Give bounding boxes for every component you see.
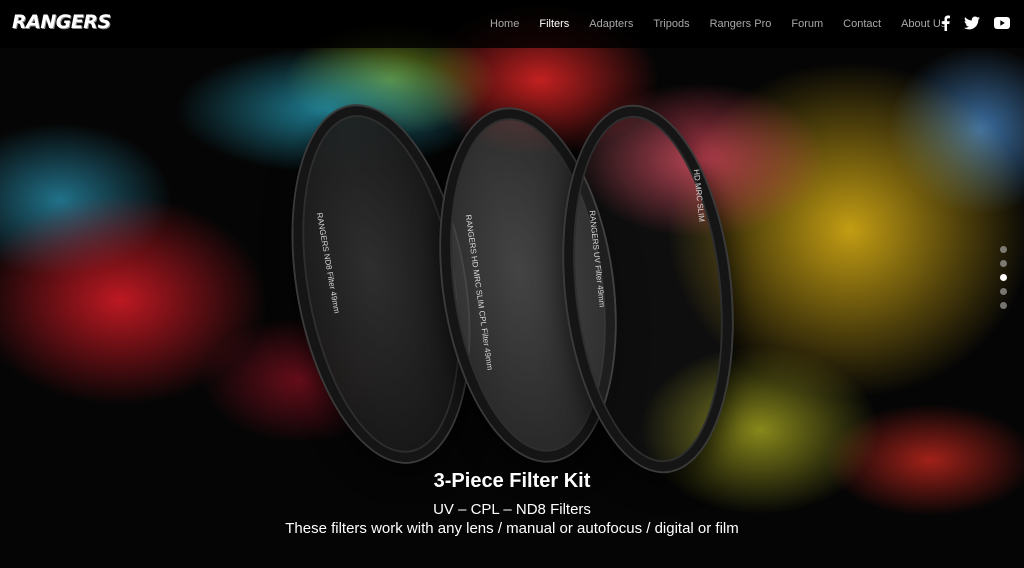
nav-forum[interactable]: Forum (791, 18, 823, 30)
uv-line-text: HD MRC SLIM (691, 168, 707, 223)
nav-adapters[interactable]: Adapters (589, 18, 633, 30)
uv-type-text: UV (591, 251, 602, 264)
hero-title: 3-Piece Filter Kit (433, 470, 591, 492)
cpl-brand-text: RANGERS (463, 214, 479, 255)
slider-dot-2[interactable] (1000, 260, 1007, 267)
social-links (941, 15, 1010, 31)
hero-subtitle: UV – CPL – ND8 Filters (433, 501, 591, 518)
nd8-size-text: 49mm (328, 290, 342, 315)
main-nav: Home Filters Adapters Tripods Rangers Pr… (480, 0, 956, 48)
cpl-size-text: 49mm (482, 347, 495, 371)
slider-dot-3[interactable] (1000, 274, 1007, 281)
hero-caption: 3-Piece Filter Kit UV – CPL – ND8 Filter… (0, 466, 1024, 538)
slider-dot-5[interactable] (1000, 302, 1007, 309)
nav-contact[interactable]: Contact (843, 18, 881, 30)
slider-pagination (1000, 246, 1010, 316)
nd8-type-text: ND8 (321, 253, 334, 271)
nav-home[interactable]: Home (490, 18, 519, 30)
nav-filters[interactable]: Filters (539, 18, 569, 30)
nd8-word-text: Filter (325, 271, 338, 291)
cpl-word-text: Filter (479, 327, 492, 347)
slider-dot-1[interactable] (1000, 246, 1007, 253)
hero-description: These filters work with any lens / manua… (285, 520, 739, 537)
nav-tripods[interactable]: Tripods (653, 18, 689, 30)
nd8-brand-text: RANGERS (314, 211, 331, 253)
twitter-icon[interactable] (964, 16, 980, 30)
youtube-icon[interactable] (994, 17, 1010, 29)
nav-rangers-pro[interactable]: Rangers Pro (710, 18, 772, 30)
uv-word-text: Filter (593, 264, 605, 284)
top-navigation-bar: RANGERS Home Filters Adapters Tripods Ra… (0, 0, 1024, 48)
hero-slide: RANGERS ND8 Filter 49mm RANGERS HD MRC S… (0, 0, 1024, 568)
cpl-line-text: HD MRC SLIM (469, 255, 486, 310)
slider-dot-4[interactable] (1000, 288, 1007, 295)
rangers-logo[interactable]: RANGERS (12, 11, 111, 33)
nav-about-us[interactable]: About Us (901, 18, 946, 30)
facebook-icon[interactable] (941, 15, 950, 31)
cpl-type-text: CPL (477, 310, 489, 327)
uv-brand-text: RANGERS (587, 209, 601, 251)
uv-size-text: 49mm (595, 284, 607, 308)
